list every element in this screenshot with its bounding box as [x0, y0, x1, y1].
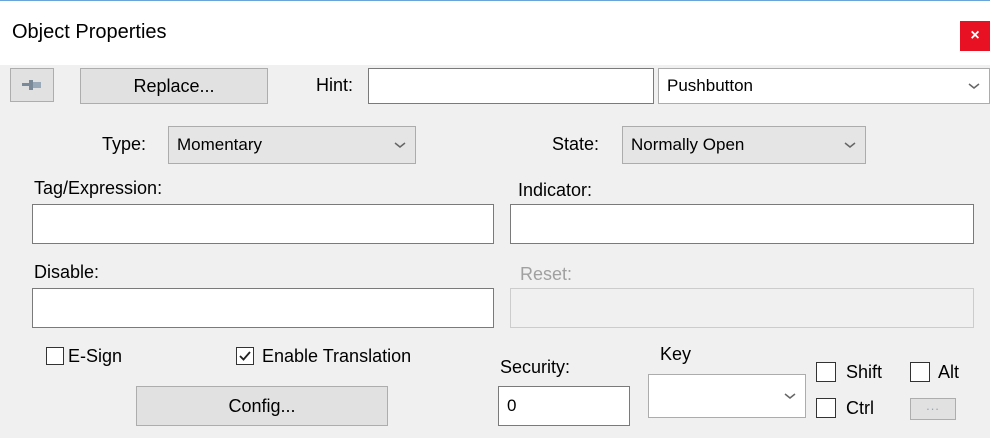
disable-input[interactable]	[32, 288, 494, 328]
tag-expression-input[interactable]	[32, 204, 494, 244]
indicator-label: Indicator:	[518, 180, 593, 200]
alt-checkbox[interactable]	[910, 362, 930, 382]
ctrl-label: Ctrl	[846, 398, 874, 418]
reset-input	[510, 288, 974, 328]
disable-label: Disable:	[34, 262, 100, 282]
type-value: Momentary	[177, 135, 263, 154]
chevron-down-icon	[784, 393, 796, 399]
key-select[interactable]	[648, 374, 806, 418]
checkmark-icon	[239, 351, 251, 361]
object-type-select[interactable]: Pushbutton	[658, 68, 990, 104]
tag-expression-label: Tag/Expression:	[34, 178, 163, 198]
pin-button[interactable]	[10, 68, 54, 102]
type-label: Type:	[102, 134, 147, 154]
shift-checkbox[interactable]	[816, 362, 836, 382]
type-select[interactable]: Momentary	[168, 126, 416, 164]
esign-label: E-Sign	[68, 346, 123, 366]
object-type-value: Pushbutton	[667, 76, 754, 95]
close-button[interactable]: ×	[960, 21, 990, 51]
shift-label: Shift	[846, 362, 883, 382]
security-input[interactable]	[498, 386, 630, 426]
config-button[interactable]: Config...	[136, 386, 388, 426]
esign-checkbox[interactable]	[46, 347, 64, 365]
state-label: State:	[552, 134, 600, 154]
enable-translation-checkbox[interactable]	[236, 347, 254, 365]
title-bar: Object Properties ×	[0, 0, 990, 65]
hint-label: Hint:	[316, 75, 354, 95]
enable-translation-label: Enable Translation	[262, 346, 412, 366]
state-value: Normally Open	[631, 135, 745, 154]
more-keys-button[interactable]: ...	[910, 398, 956, 420]
window-title: Object Properties	[12, 21, 167, 43]
object-properties-dialog: Object Properties × Replace... Hint: Pus…	[0, 0, 990, 438]
chevron-down-icon	[394, 142, 406, 148]
key-label: Key	[660, 344, 692, 364]
ctrl-checkbox[interactable]	[816, 398, 836, 418]
replace-button[interactable]: Replace...	[80, 68, 268, 104]
indicator-input[interactable]	[510, 204, 974, 244]
chevron-down-icon	[968, 83, 980, 89]
pushpin-icon	[22, 80, 41, 90]
chevron-down-icon	[844, 142, 856, 148]
alt-label: Alt	[938, 362, 960, 382]
hint-input[interactable]	[368, 68, 654, 104]
state-select[interactable]: Normally Open	[622, 126, 866, 164]
reset-label: Reset:	[520, 264, 573, 284]
security-label: Security:	[500, 357, 571, 377]
